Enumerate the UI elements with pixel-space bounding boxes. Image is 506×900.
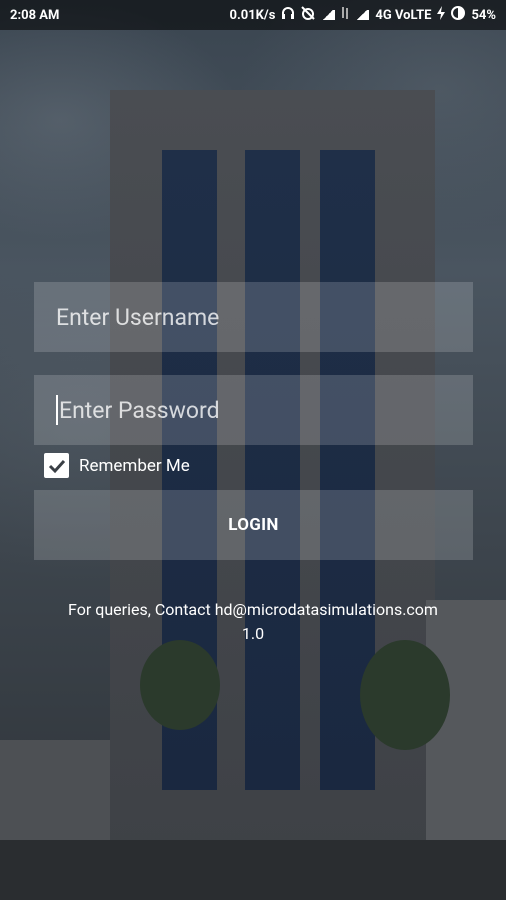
username-placeholder: Enter Username xyxy=(56,303,220,331)
contact-text: For queries, Contact hd@microdatasimulat… xyxy=(68,600,438,619)
check-icon[interactable] xyxy=(44,453,69,478)
background-photo xyxy=(0,0,506,900)
battery-level: 54% xyxy=(471,7,496,23)
remember-me-checkbox[interactable]: Remember Me xyxy=(44,453,190,478)
alarm-off-icon xyxy=(301,6,316,24)
login-button-label: LOGIN xyxy=(228,515,279,535)
status-right: 0.01K/s 4G VoLTE 54% xyxy=(229,6,496,24)
login-button[interactable]: LOGIN xyxy=(34,490,473,560)
remember-me-label: Remember Me xyxy=(79,455,190,476)
data-arrows-icon xyxy=(341,6,349,24)
palm-tree xyxy=(140,640,220,730)
battery-icon xyxy=(451,6,466,24)
headphones-icon xyxy=(281,6,295,24)
signal-icon xyxy=(355,10,370,20)
signal-icon xyxy=(321,10,336,20)
palm-tree xyxy=(360,640,450,750)
password-field[interactable]: Enter Password xyxy=(34,375,473,445)
charging-icon xyxy=(437,6,446,24)
hospital-building xyxy=(110,90,435,870)
version-text: 1.0 xyxy=(241,624,265,643)
password-placeholder: Enter Password xyxy=(59,396,220,424)
network-type: 4G VoLTE xyxy=(375,7,432,23)
window-column xyxy=(245,150,300,790)
text-cursor xyxy=(56,395,58,425)
status-time: 2:08 AM xyxy=(10,7,60,23)
footer: For queries, Contact hd@microdatasimulat… xyxy=(0,598,506,646)
username-field[interactable]: Enter Username xyxy=(34,282,473,352)
network-speed: 0.01K/s xyxy=(229,7,276,23)
street xyxy=(0,840,506,900)
status-bar: 2:08 AM 0.01K/s 4G VoLTE 54% xyxy=(0,0,506,30)
